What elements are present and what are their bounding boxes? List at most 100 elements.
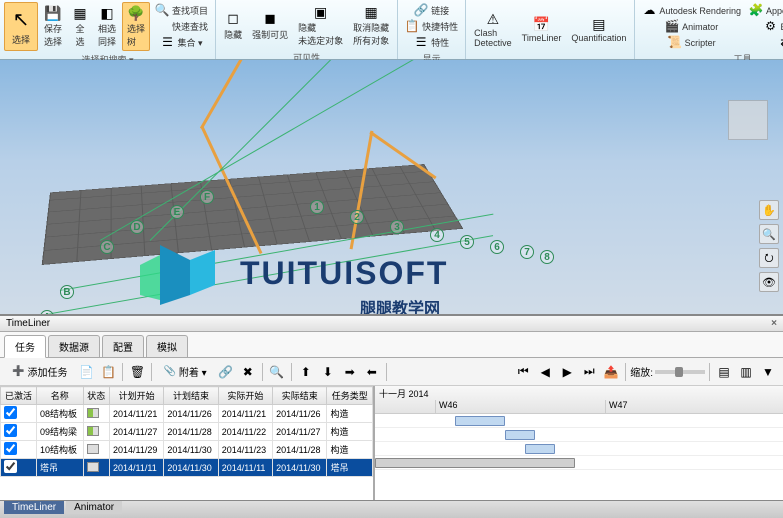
- column-header[interactable]: 状态: [83, 387, 109, 405]
- active-checkbox[interactable]: [4, 460, 17, 473]
- table-row[interactable]: 塔吊2014/11/112014/11/302014/11/112014/11/…: [1, 459, 373, 477]
- force-visible-label: 强制可见: [252, 28, 288, 41]
- column-header[interactable]: 计划结束: [164, 387, 218, 405]
- insert-task-icon[interactable]: 📄: [76, 362, 96, 382]
- move-down-icon[interactable]: ⬇: [318, 362, 338, 382]
- 3d-viewport[interactable]: ABCDEF12345678 ✋ 🔍 ⭮ 👁 TUITUISOFT 腿腿教学网: [0, 60, 783, 315]
- quick-find-icon: [155, 19, 169, 33]
- gantt-row[interactable]: [375, 456, 783, 470]
- next-icon[interactable]: ▶: [557, 362, 577, 382]
- gantt-chart[interactable]: 十一月 2014 W46W47: [375, 386, 783, 500]
- sets-icon: ☰: [161, 35, 175, 49]
- column-header[interactable]: 实际开始: [218, 387, 272, 405]
- active-checkbox[interactable]: [4, 442, 17, 455]
- autodesk-rendering[interactable]: ☁Autodesk Rendering: [639, 2, 744, 18]
- quantification-icon: ▤: [591, 16, 607, 32]
- column-header[interactable]: 名称: [36, 387, 83, 405]
- gantt-bar[interactable]: [455, 416, 505, 426]
- select-tree-icon: 🌳: [128, 5, 144, 21]
- active-checkbox[interactable]: [4, 424, 17, 437]
- table-row[interactable]: 09结构梁2014/11/272014/11/282014/11/222014/…: [1, 423, 373, 441]
- gantt-row[interactable]: [375, 442, 783, 456]
- tl-tab-3[interactable]: 模拟: [146, 335, 188, 357]
- zoom-slider[interactable]: [655, 370, 705, 374]
- column-header[interactable]: 已激活: [1, 387, 37, 405]
- select-all[interactable]: ▦全 选: [68, 2, 92, 51]
- close-icon[interactable]: ×: [771, 318, 777, 329]
- find-items[interactable]: 🔍查找项目: [152, 2, 211, 18]
- gantt-month-label: 十一月 2014: [379, 387, 429, 400]
- select-arrow[interactable]: ↖选择: [4, 2, 38, 51]
- scripter[interactable]: 📜Scripter: [639, 34, 744, 50]
- add-task-button[interactable]: ➕ 添加任务: [5, 361, 74, 382]
- zoom-tool-icon[interactable]: 🔍: [759, 224, 779, 244]
- task-grid[interactable]: 已激活名称状态计划开始计划结束实际开始实际结束任务类型 08结构板2014/11…: [0, 386, 375, 500]
- bottom-tab-animator[interactable]: Animator: [66, 501, 122, 514]
- clash[interactable]: ⚠Clash Detective: [470, 2, 516, 57]
- outdent-icon[interactable]: ⬅: [362, 362, 382, 382]
- quantification[interactable]: ▤Quantification: [567, 2, 630, 57]
- sets[interactable]: ☰集合 ▾: [152, 34, 211, 50]
- timeliner[interactable]: 📅TimeLiner: [518, 2, 566, 57]
- column-header[interactable]: 实际结束: [273, 387, 327, 405]
- quick-find[interactable]: 快速查找: [152, 18, 211, 34]
- look-tool-icon[interactable]: 👁: [759, 272, 779, 292]
- find-items-icon: 🔍: [155, 3, 169, 17]
- gantt-bar[interactable]: [525, 444, 555, 454]
- find-icon[interactable]: 🔍: [267, 362, 287, 382]
- table-row[interactable]: 10结构板2014/11/292014/11/302014/11/232014/…: [1, 441, 373, 459]
- appearance-profile[interactable]: 🧩Appearance Profile: [746, 2, 783, 18]
- bottom-tab-timeliner[interactable]: TimeLiner: [4, 501, 64, 514]
- pan-tool-icon[interactable]: ✋: [759, 200, 779, 220]
- first-icon[interactable]: ⏮: [513, 362, 533, 382]
- active-checkbox[interactable]: [4, 406, 17, 419]
- links[interactable]: 🔗链接: [402, 2, 461, 18]
- force-visible[interactable]: ◼强制可见: [248, 2, 292, 49]
- quick-props[interactable]: 📋快捷特性: [402, 18, 461, 34]
- panel-titlebar[interactable]: TimeLiner ×: [0, 316, 783, 332]
- delete-task-icon[interactable]: 🗑: [127, 362, 147, 382]
- gantt-view-icon[interactable]: ▤: [714, 362, 734, 382]
- unhide-all-label: 取消隐藏 所有对象: [353, 21, 389, 47]
- viewcube[interactable]: [728, 100, 768, 140]
- compare[interactable]: ⇄比较: [746, 34, 783, 50]
- gantt-row[interactable]: [375, 414, 783, 428]
- clear-attach-icon[interactable]: ✖: [238, 362, 258, 382]
- select-tree[interactable]: 🌳选择 树: [122, 2, 150, 51]
- unhide-all[interactable]: ▦取消隐藏 所有对象: [349, 2, 393, 49]
- column-header[interactable]: 计划开始: [110, 387, 164, 405]
- tl-tab-1[interactable]: 数据源: [48, 335, 100, 357]
- save-selection[interactable]: 💾保存 选择: [40, 2, 66, 51]
- animator[interactable]: 🎬Animator: [639, 18, 744, 34]
- gantt-row[interactable]: [375, 428, 783, 442]
- quick-props-label: 快捷特性: [422, 20, 458, 33]
- column-header[interactable]: 任务类型: [327, 387, 373, 405]
- properties[interactable]: ☰特性: [402, 34, 461, 50]
- table-row[interactable]: 08结构板2014/11/212014/11/262014/11/212014/…: [1, 405, 373, 423]
- gantt-bar[interactable]: [375, 458, 575, 468]
- tl-tab-2[interactable]: 配置: [102, 335, 144, 357]
- last-icon[interactable]: ⏭: [579, 362, 599, 382]
- move-up-icon[interactable]: ⬆: [296, 362, 316, 382]
- orbit-tool-icon[interactable]: ⭮: [759, 248, 779, 268]
- attach-button[interactable]: 📎 附着 ▾: [156, 361, 213, 382]
- tl-tab-0[interactable]: 任务: [4, 335, 46, 358]
- batch-utility[interactable]: ⚙Batch Utility: [746, 18, 783, 34]
- prev-icon[interactable]: ◀: [535, 362, 555, 382]
- hide-label: 隐藏: [224, 28, 242, 41]
- export-icon[interactable]: 📤: [601, 362, 621, 382]
- attach-set-icon[interactable]: 🔗: [216, 362, 236, 382]
- hide[interactable]: ◻隐藏: [220, 2, 246, 49]
- auto-add-icon[interactable]: 📋: [98, 362, 118, 382]
- indent-icon[interactable]: ➡: [340, 362, 360, 382]
- status-icon: [87, 408, 99, 418]
- gantt-week-label: W47: [605, 400, 628, 414]
- filter-icon[interactable]: ▼: [758, 362, 778, 382]
- select-same[interactable]: ◧相选 同择: [94, 2, 120, 51]
- columns-icon[interactable]: ▥: [736, 362, 756, 382]
- gantt-header: 十一月 2014 W46W47: [375, 386, 783, 414]
- grid-label-D: D: [130, 220, 144, 234]
- hide-unselected[interactable]: ▣隐藏 未选定对象: [294, 2, 347, 49]
- gantt-bar[interactable]: [505, 430, 535, 440]
- links-label: 链接: [431, 4, 449, 17]
